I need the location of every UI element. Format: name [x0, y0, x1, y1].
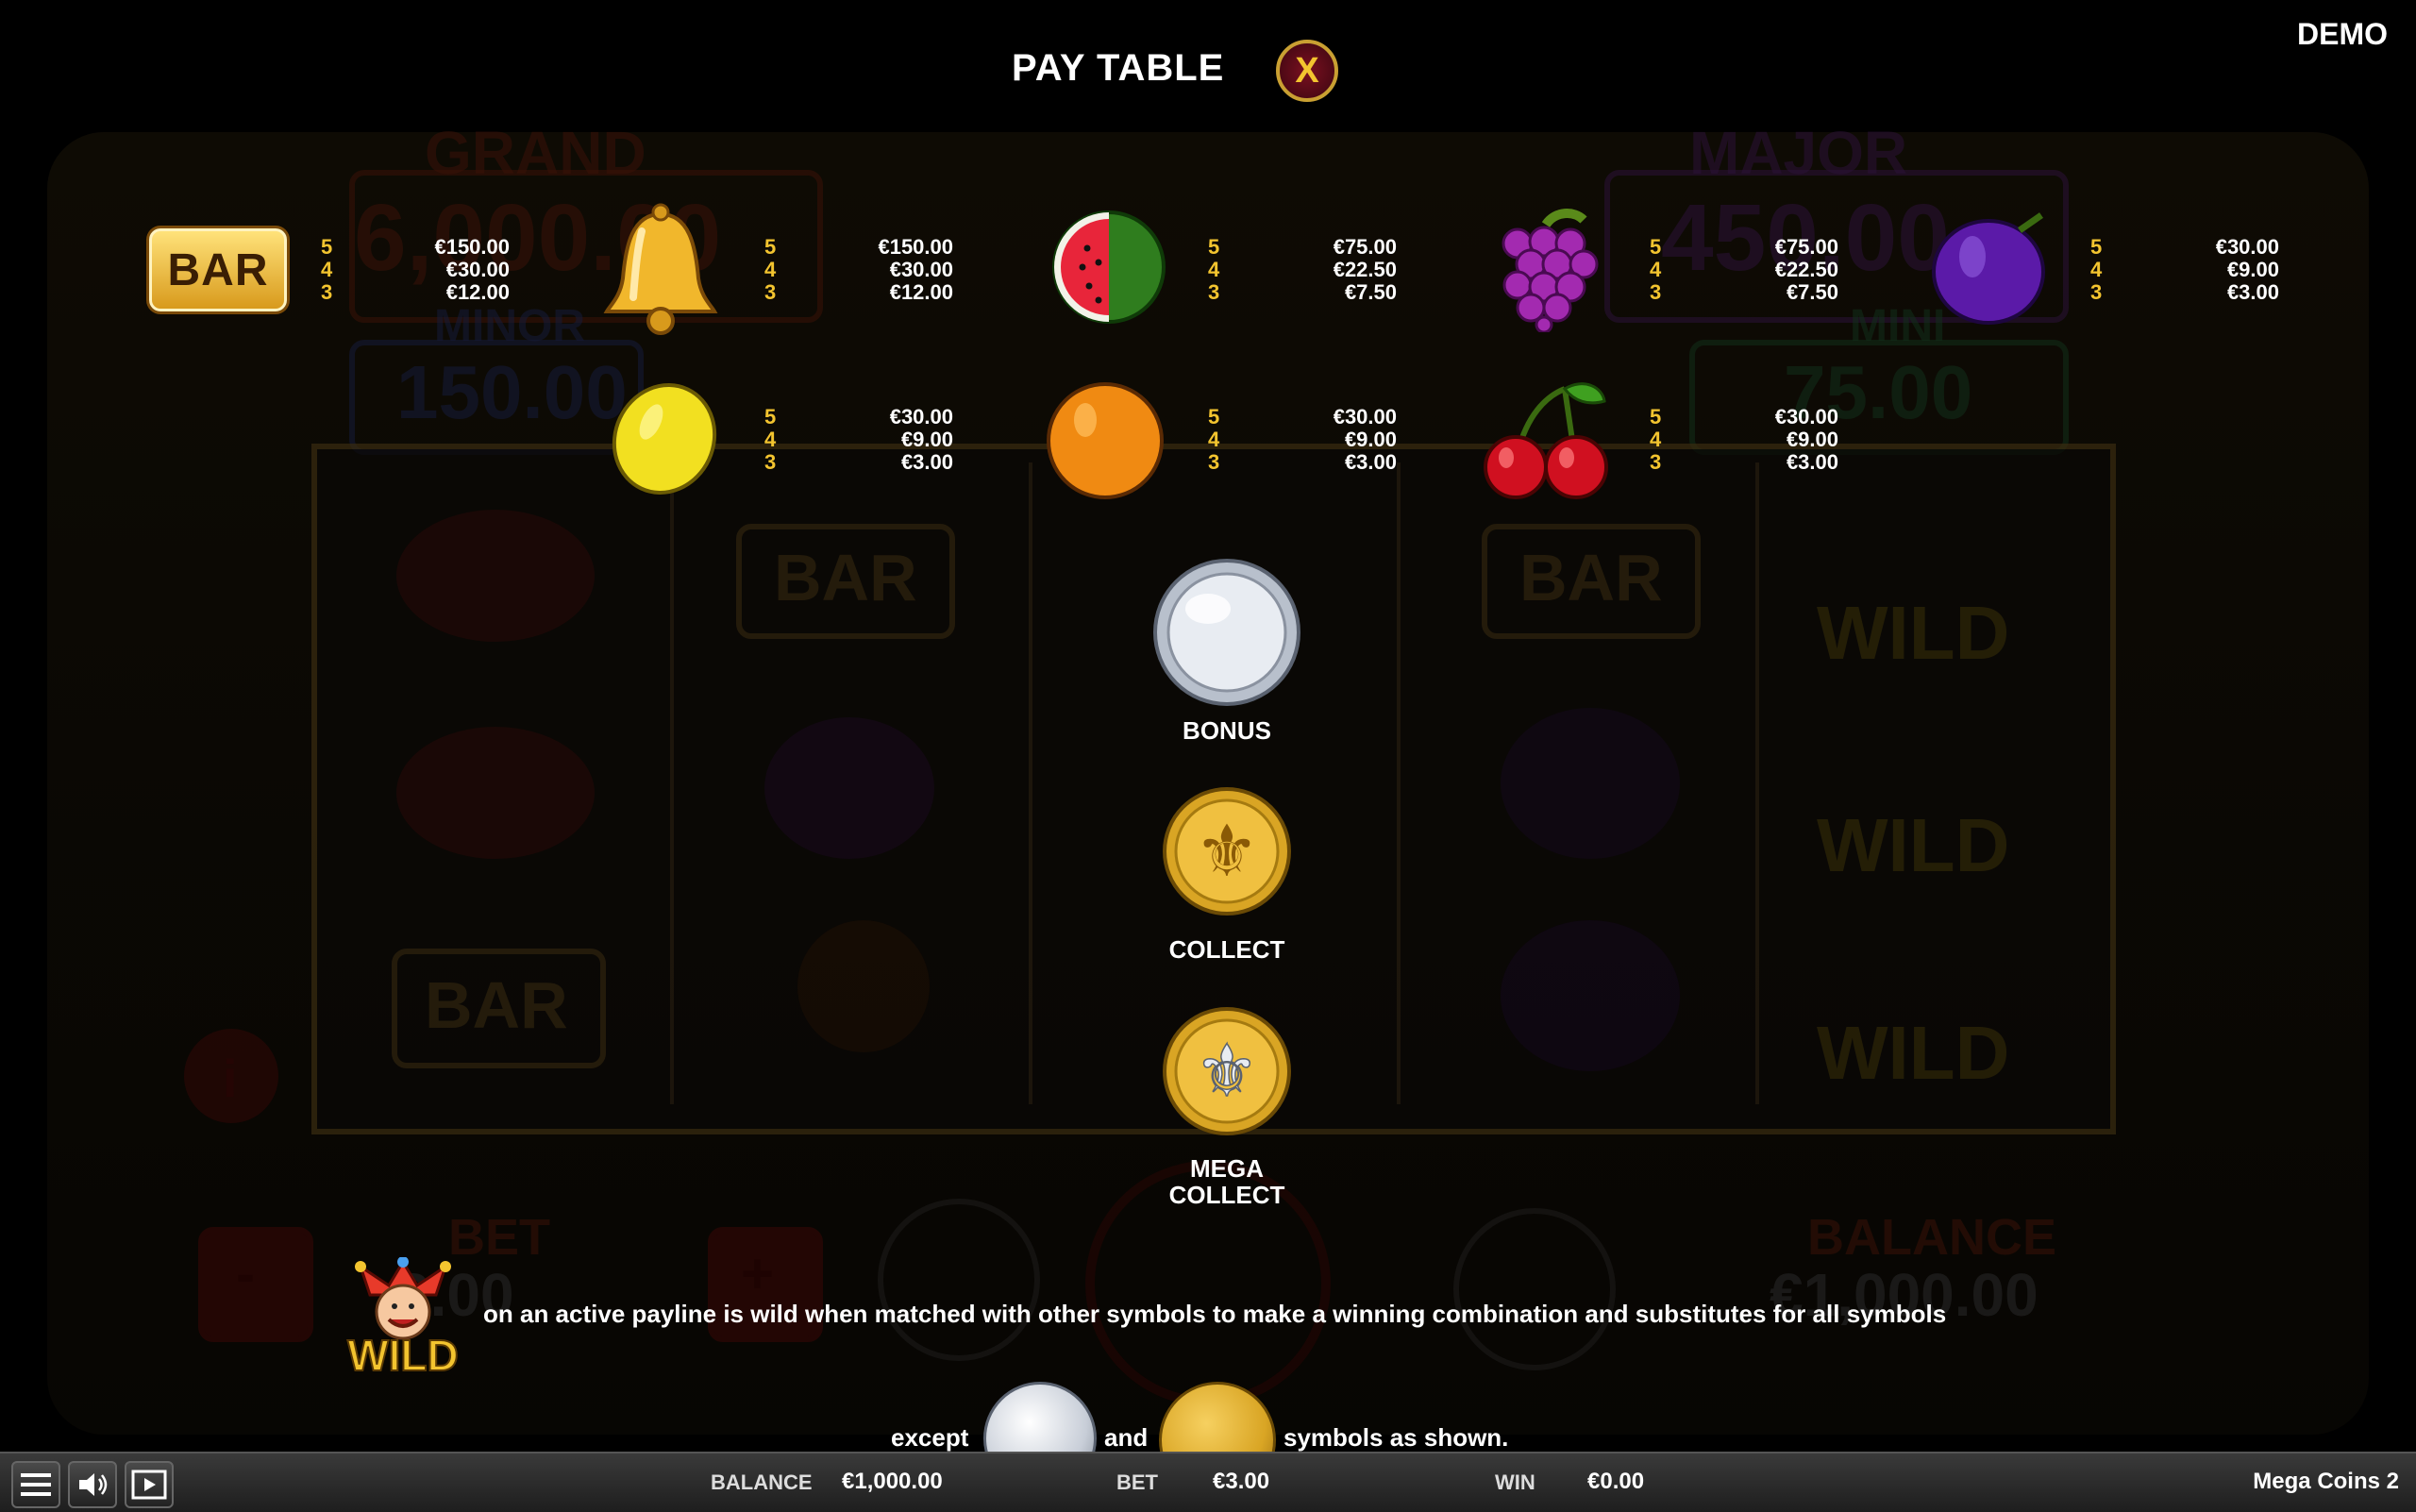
bonus-label: BONUS [1183, 716, 1271, 745]
watermelon-symbol-icon [1049, 206, 1168, 333]
autoplay-button [878, 1199, 1040, 1361]
reel-bar-label: BAR [425, 968, 568, 1042]
info-icon-glyph: i [223, 1049, 238, 1108]
reel-wild-label: WILD [1817, 1011, 2010, 1095]
wild-except-text: except [891, 1423, 969, 1452]
collect-coin-small-icon [1159, 1382, 1276, 1452]
grand-jackpot-label: GRAND [425, 119, 646, 187]
bonus-coin-icon [1151, 557, 1302, 713]
page-title: PAY TABLE [1012, 47, 1225, 89]
bet-label: BET [1116, 1470, 1158, 1494]
close-button[interactable]: X [1276, 40, 1338, 102]
grapes-symbol-icon [1489, 206, 1608, 337]
turbo-button [1453, 1208, 1616, 1370]
grapes-payout: 5 €75.00 4 €22.50 3 €7.50 [1650, 235, 1838, 304]
svg-text:⚜: ⚜ [1195, 809, 1259, 893]
reel-plum-symbol [1501, 920, 1680, 1071]
bet-value: €3.00 [1213, 1469, 1270, 1494]
lemon-symbol-icon [609, 379, 720, 503]
bonus-coin-small-icon [983, 1382, 1097, 1452]
reel-wild-label: WILD [1817, 591, 2010, 675]
menu-icon [21, 1473, 51, 1496]
cherries-symbol-icon [1480, 378, 1612, 505]
minor-jackpot-label: MINOR [434, 301, 585, 351]
sound-icon [79, 1473, 108, 1496]
plum-payout: 5 €30.00 4 €9.00 3 €3.00 [2090, 235, 2279, 304]
watermelon-payout: 5 €75.00 4 €22.50 3 €7.50 [1208, 235, 1397, 304]
win-label: WIN [1495, 1470, 1535, 1494]
wild-tail-text: symbols as shown. [1284, 1423, 1509, 1452]
bar-payout: 5 €150.00 4 €30.00 3 €12.00 [321, 235, 510, 304]
bell-payout: 5 €150.00 4 €30.00 3 €12.00 [764, 235, 953, 304]
bar-symbol-text: BAR [167, 244, 269, 295]
reel-plum-symbol [1501, 708, 1680, 859]
wild-jester-icon: WILD [332, 1256, 474, 1381]
collect-coin-icon: ⚜ [1161, 785, 1293, 922]
cherries-payout: 5 €30.00 4 €9.00 3 €3.00 [1650, 405, 1838, 474]
bar-symbol-icon: BAR [149, 228, 287, 311]
reel-wild-label: WILD [1817, 803, 2010, 887]
reel-grapes-symbol [764, 717, 934, 859]
plum-symbol-icon [1930, 210, 2053, 333]
video-icon [131, 1470, 167, 1500]
reel-divider [1755, 462, 2099, 1104]
balance-value: €1,000.00 [842, 1469, 943, 1494]
menu-button[interactable] [11, 1461, 60, 1508]
reel-bar-label: BAR [774, 541, 917, 614]
reel-orange-symbol [797, 920, 930, 1052]
video-button[interactable] [125, 1461, 174, 1508]
close-icon: X [1295, 51, 1319, 91]
lemon-payout: 5 €30.00 4 €9.00 3 €3.00 [764, 405, 953, 474]
game-name: Mega Coins 2 [2253, 1469, 2399, 1494]
major-jackpot-label: MAJOR [1689, 119, 1908, 187]
win-value: €0.00 [1587, 1469, 1645, 1494]
bell-symbol-icon [599, 203, 722, 340]
reel-cherries-symbol [396, 727, 595, 859]
demo-badge: DEMO [2297, 17, 2388, 51]
collect-label: COLLECT [1168, 935, 1285, 964]
bet-plus-glyph: + [741, 1242, 775, 1305]
bet-minus-glyph: - [236, 1242, 255, 1305]
reel-bar-label: BAR [1519, 541, 1663, 614]
wild-and-text: and [1104, 1423, 1149, 1452]
balance-label: BALANCE [711, 1470, 813, 1494]
balance-label: BALANCE [1807, 1209, 2056, 1266]
orange-symbol-icon [1046, 378, 1165, 509]
orange-payout: 5 €30.00 4 €9.00 3 €3.00 [1208, 405, 1397, 474]
svg-text:⚜: ⚜ [1195, 1029, 1259, 1113]
wild-description-line1: on an active payline is wild when matche… [483, 1300, 1947, 1328]
bet-minus-button [198, 1227, 313, 1342]
mega-collect-coin-icon: ⚜ [1161, 1005, 1293, 1142]
mega-collect-label: MEGA COLLECT [1168, 1154, 1285, 1209]
wild-symbol-text: WILD [347, 1331, 459, 1376]
sound-button[interactable] [68, 1461, 117, 1508]
minor-jackpot-value: 150.00 [396, 350, 628, 434]
reel-cherries-symbol [396, 510, 595, 642]
bottom-status-bar: BALANCE €1,000.00 BET €3.00 WIN €0.00 Me… [0, 1452, 2416, 1512]
